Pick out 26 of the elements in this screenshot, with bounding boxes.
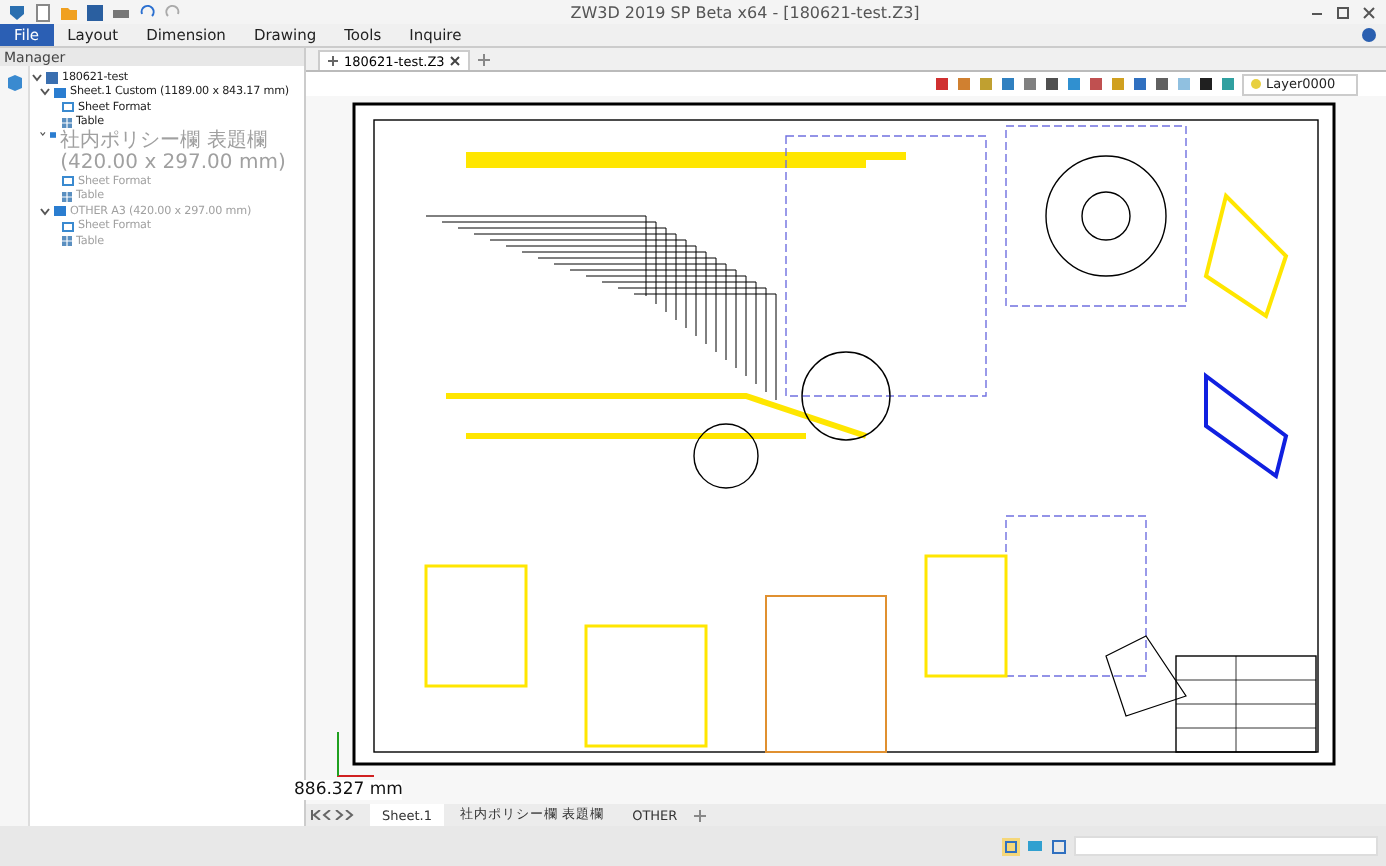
sheet-navigation-icon[interactable]: [310, 810, 354, 820]
table-icon: [62, 117, 72, 128]
expand-caret-icon[interactable]: [40, 207, 50, 216]
expand-caret-icon[interactable]: [40, 130, 46, 138]
format-icon: [62, 102, 74, 113]
sheet-icon: [54, 206, 66, 217]
sheet-icon: [54, 87, 66, 98]
undo-icon[interactable]: [138, 3, 156, 21]
table-icon: [62, 236, 72, 247]
new-file-icon[interactable]: [34, 3, 52, 21]
table-icon: [62, 191, 72, 202]
format-icon: [62, 176, 74, 187]
close-icon[interactable]: [1360, 3, 1378, 21]
part-icon: [46, 71, 58, 84]
coordinate-readout: 886.327 mm: [294, 780, 403, 800]
add-tab-icon[interactable]: [478, 54, 491, 66]
manager-tab-icon[interactable]: [5, 74, 23, 92]
add-sheet-icon[interactable]: [693, 809, 706, 821]
maximize-icon[interactable]: [1334, 3, 1352, 21]
axis-triad-icon: [334, 732, 378, 780]
sheet-icon: [49, 130, 57, 140]
command-input-field[interactable]: [1074, 836, 1378, 856]
close-icon[interactable]: [450, 56, 461, 66]
window-icon[interactable]: [1050, 837, 1068, 855]
window-title: ZW3D 2019 SP Beta x64 - [180621-test.Z3]: [568, 3, 922, 21]
format-icon: [62, 221, 74, 232]
